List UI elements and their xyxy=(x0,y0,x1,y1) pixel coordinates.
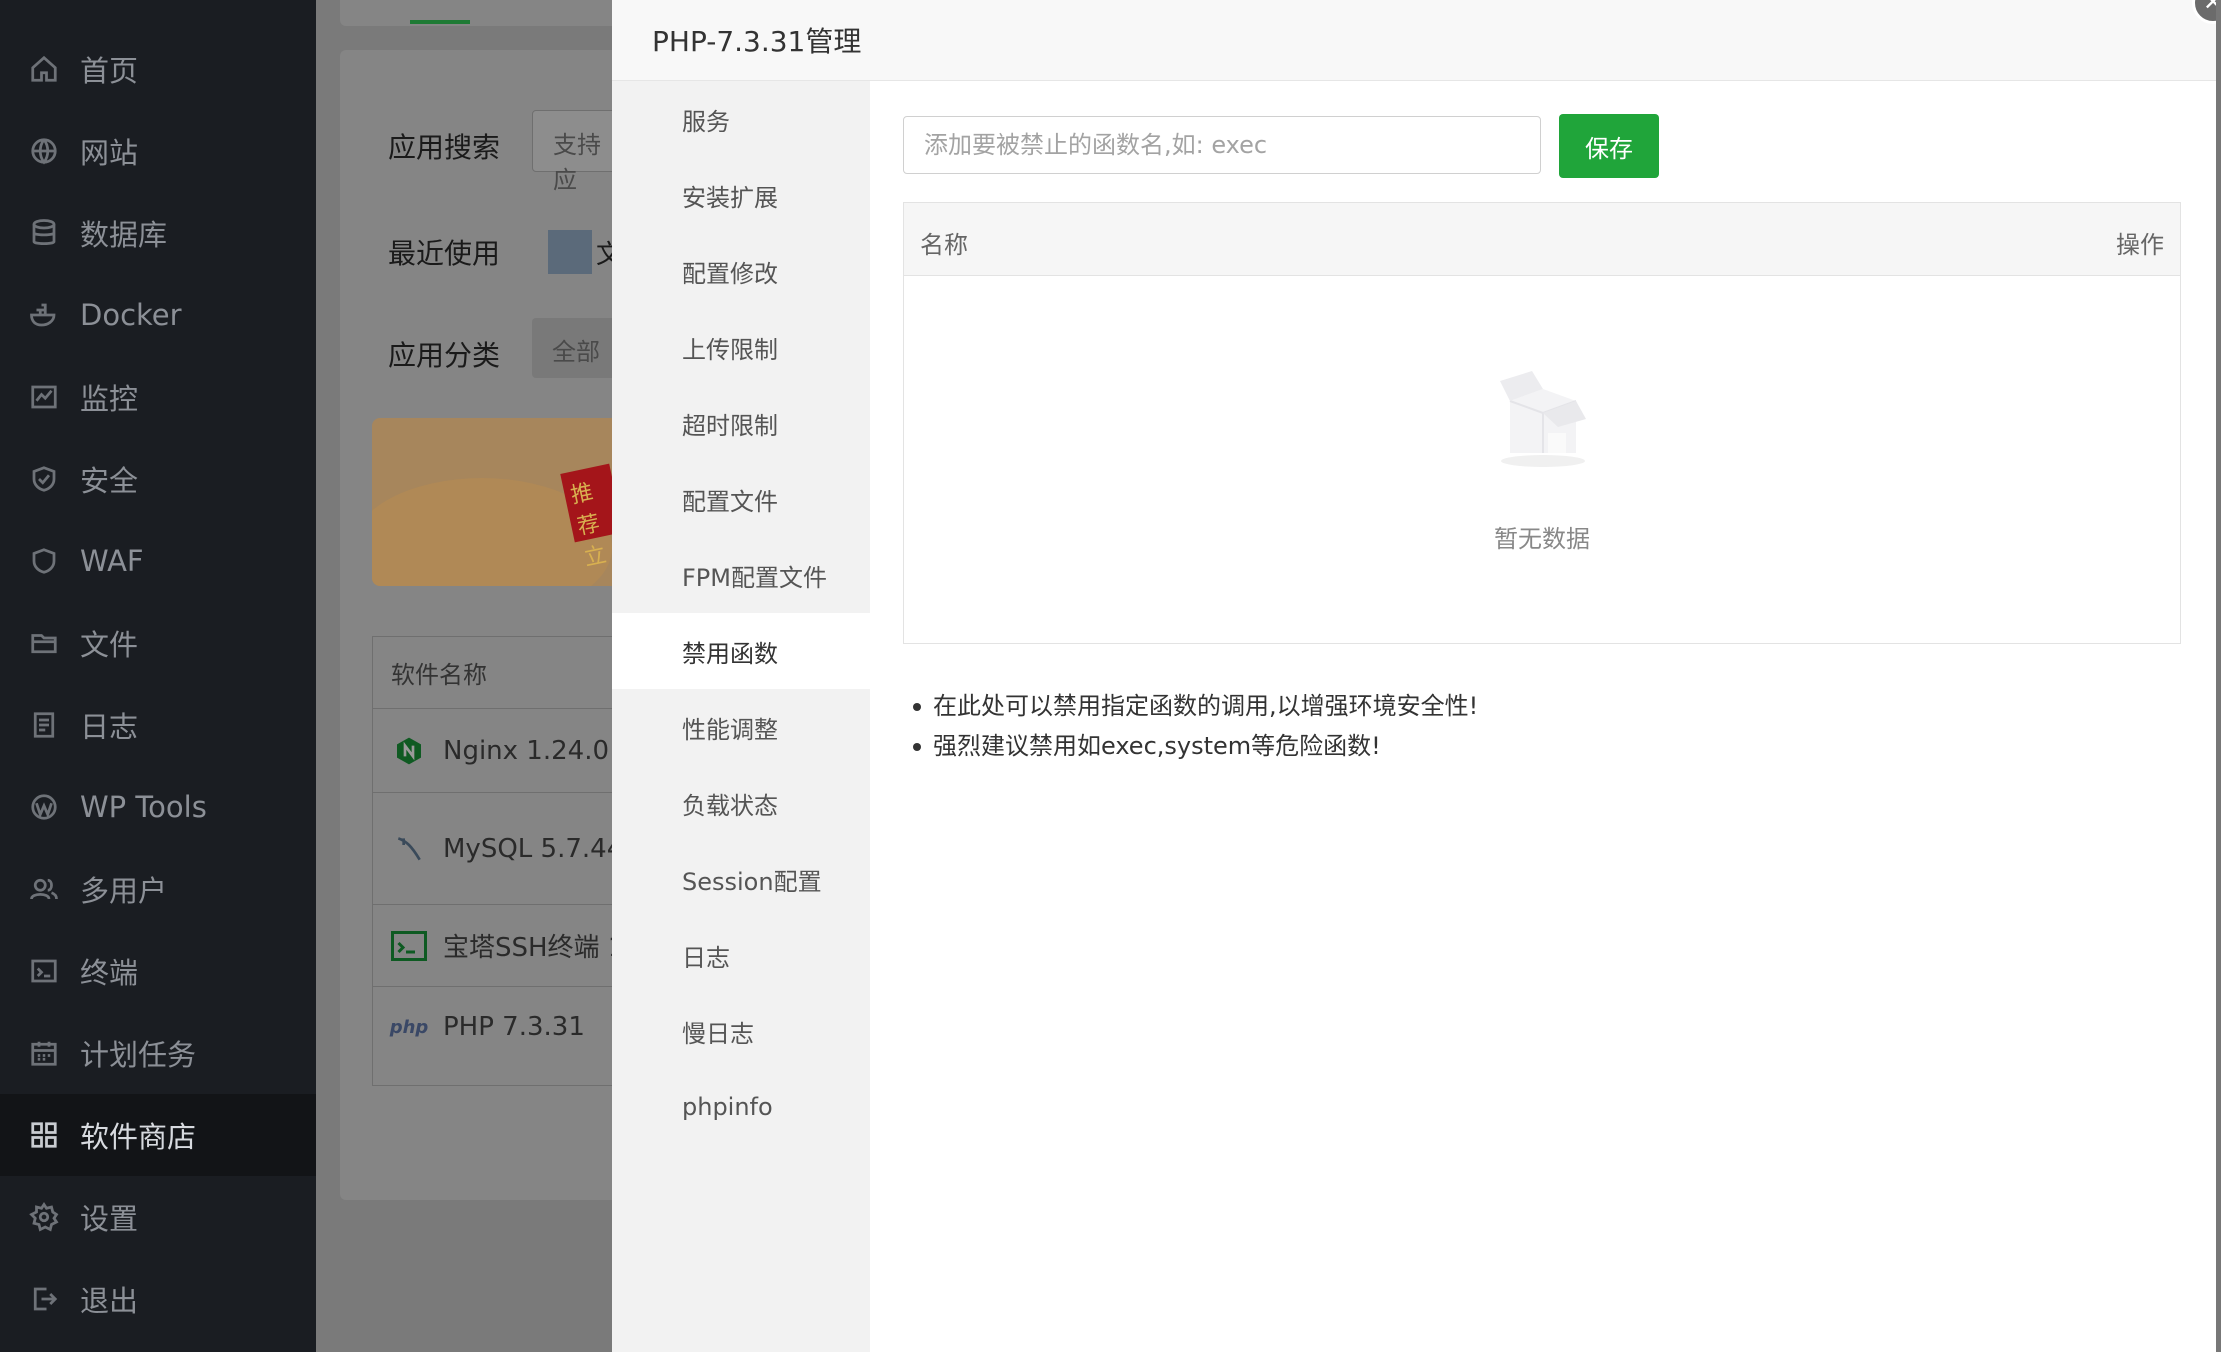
nav-service[interactable]: 服务 xyxy=(612,81,870,157)
sidebar-item-label: 设置 xyxy=(80,1202,139,1236)
sidebar-item-security[interactable]: 安全 xyxy=(0,438,316,520)
docker-icon xyxy=(28,299,60,331)
recent-label: 最近使用 xyxy=(388,237,501,270)
sidebar-item-label: 网站 xyxy=(80,136,139,170)
terminal-icon xyxy=(28,955,60,987)
sidebar-item-label: 日志 xyxy=(80,710,139,744)
recent-app-thumbnail[interactable] xyxy=(548,230,592,274)
sidebar-item-label: 数据库 xyxy=(80,218,168,252)
dialog-nav: 服务 安装扩展 配置修改 上传限制 超时限制 配置文件 FPM配置文件 禁用函数… xyxy=(612,81,870,1352)
log-icon xyxy=(28,709,60,741)
home-icon xyxy=(28,53,60,85)
background-tab-indicator xyxy=(410,20,470,24)
background-right-strip xyxy=(2216,0,2221,1352)
sidebar: 首页 网站 数据库 Docker 监控 安全 WAF 文件 日志 WP Tool… xyxy=(0,0,316,1352)
disabled-functions-table: 名称 操作 暂无数据 xyxy=(903,202,2181,644)
function-name-input[interactable] xyxy=(903,116,1541,174)
sidebar-item-monitor[interactable]: 监控 xyxy=(0,356,316,438)
grid-icon xyxy=(28,1119,60,1151)
sidebar-item-home[interactable]: 首页 xyxy=(0,28,316,110)
sidebar-item-multi-user[interactable]: 多用户 xyxy=(0,848,316,930)
nav-phpinfo[interactable]: phpinfo xyxy=(612,1069,870,1145)
nav-disabled-functions[interactable]: 禁用函数 xyxy=(612,613,870,689)
dialog-title: PHP-7.3.31管理 xyxy=(652,25,862,58)
category-label: 应用分类 xyxy=(388,339,501,372)
globe-icon xyxy=(28,135,60,167)
sidebar-item-app-store[interactable]: 软件商店 xyxy=(0,1094,316,1176)
sidebar-item-label: 监控 xyxy=(80,382,139,416)
nav-config-modify[interactable]: 配置修改 xyxy=(612,233,870,309)
sidebar-item-website[interactable]: 网站 xyxy=(0,110,316,192)
sidebar-item-terminal[interactable]: 终端 xyxy=(0,930,316,1012)
shield-icon xyxy=(28,463,60,495)
php-manage-dialog: PHP-7.3.31管理 ✕ 服务 安装扩展 配置修改 上传限制 超时限制 配置… xyxy=(612,0,2221,1352)
nav-load-status[interactable]: 负载状态 xyxy=(612,765,870,841)
list-item: 强烈建议禁用如exec,system等危险函数! xyxy=(903,726,1478,766)
nav-performance-tuning[interactable]: 性能调整 xyxy=(612,689,870,765)
app-search-label: 应用搜索 xyxy=(388,131,501,164)
empty-box-icon xyxy=(1500,371,1586,467)
nav-install-extensions[interactable]: 安装扩展 xyxy=(612,157,870,233)
sidebar-item-label: WP Tools xyxy=(80,790,207,824)
nav-config-file[interactable]: 配置文件 xyxy=(612,461,870,537)
sidebar-item-label: 终端 xyxy=(80,956,139,990)
sidebar-item-database[interactable]: 数据库 xyxy=(0,192,316,274)
gear-icon xyxy=(28,1201,60,1233)
sidebar-item-label: 软件商店 xyxy=(80,1120,197,1154)
column-operation-header: 操作 xyxy=(2116,231,2164,259)
sidebar-item-label: 文件 xyxy=(80,628,139,662)
logout-icon xyxy=(28,1283,60,1315)
ssh-terminal-icon xyxy=(391,928,427,964)
database-icon xyxy=(28,217,60,249)
sidebar-item-cron[interactable]: 计划任务 xyxy=(0,1012,316,1094)
sidebar-item-logout[interactable]: 退出 xyxy=(0,1258,316,1340)
list-item: 在此处可以禁用指定函数的调用,以增强环境安全性! xyxy=(903,686,1478,726)
sidebar-item-label: 多用户 xyxy=(80,874,168,908)
calendar-icon xyxy=(28,1037,60,1069)
mysql-icon xyxy=(391,831,427,867)
dialog-header: PHP-7.3.31管理 xyxy=(612,0,2216,81)
sidebar-item-logs[interactable]: 日志 xyxy=(0,684,316,766)
nav-logs[interactable]: 日志 xyxy=(612,917,870,993)
sidebar-item-label: Docker xyxy=(80,298,182,332)
php-icon: php xyxy=(389,1016,429,1038)
users-icon xyxy=(28,873,60,905)
sidebar-item-docker[interactable]: Docker xyxy=(0,274,316,356)
column-name-header: 名称 xyxy=(920,231,968,259)
nav-session-config[interactable]: Session配置 xyxy=(612,841,870,917)
sidebar-item-label: 计划任务 xyxy=(80,1038,197,1072)
monitor-icon xyxy=(28,381,60,413)
wordpress-icon xyxy=(28,791,60,823)
sidebar-item-label: 首页 xyxy=(80,54,139,88)
nav-timeout-limit[interactable]: 超时限制 xyxy=(612,385,870,461)
nav-upload-limit[interactable]: 上传限制 xyxy=(612,309,870,385)
sidebar-item-wp-tools[interactable]: WP Tools xyxy=(0,766,316,848)
table-header: 名称 操作 xyxy=(904,203,2180,276)
sidebar-item-label: 安全 xyxy=(80,464,139,498)
folder-icon xyxy=(28,627,60,659)
sidebar-item-label: WAF xyxy=(80,544,144,578)
sidebar-item-settings[interactable]: 设置 xyxy=(0,1176,316,1258)
waf-shield-icon xyxy=(28,545,60,577)
empty-state-text: 暂无数据 xyxy=(1494,525,1590,553)
sidebar-item-label: 退出 xyxy=(80,1284,139,1318)
nginx-icon xyxy=(391,733,427,769)
sidebar-item-waf[interactable]: WAF xyxy=(0,520,316,602)
sidebar-item-files[interactable]: 文件 xyxy=(0,602,316,684)
nav-slow-logs[interactable]: 慢日志 xyxy=(612,993,870,1069)
tips-list: 在此处可以禁用指定函数的调用,以增强环境安全性! 强烈建议禁用如exec,sys… xyxy=(903,686,1478,766)
save-button[interactable]: 保存 xyxy=(1559,114,1659,178)
nav-fpm-config-file[interactable]: FPM配置文件 xyxy=(612,537,870,613)
